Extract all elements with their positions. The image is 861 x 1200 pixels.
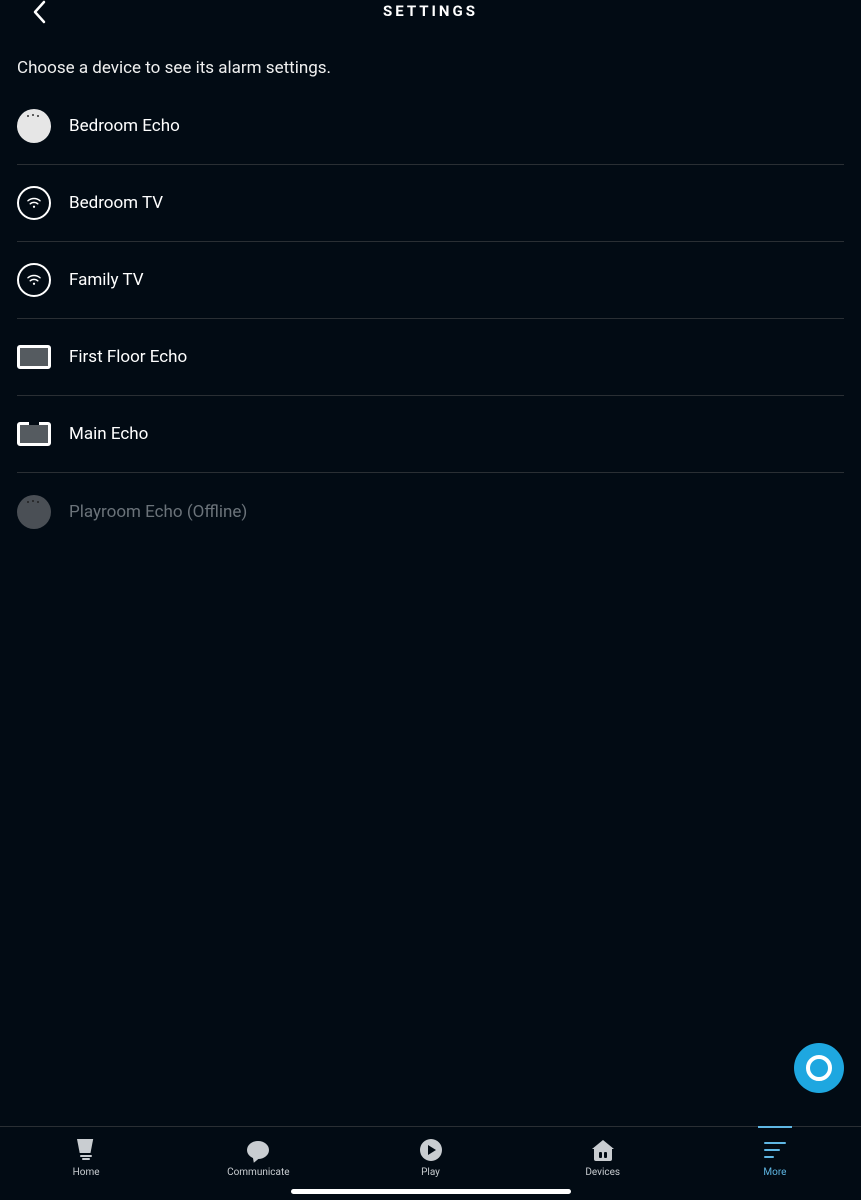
screen-notch-icon <box>17 417 51 451</box>
device-row-0[interactable]: Bedroom Echo <box>17 88 844 165</box>
dot-icon <box>17 109 51 143</box>
alexa-icon <box>806 1055 832 1081</box>
play-icon <box>418 1137 444 1163</box>
tab-label: Devices <box>585 1167 620 1178</box>
device-label: Main Echo <box>69 424 148 444</box>
device-row-2[interactable]: Family TV <box>17 242 844 319</box>
ring-icon <box>17 186 51 220</box>
page-title: SETTINGS <box>0 2 861 20</box>
tab-home[interactable]: Home <box>0 1127 172 1200</box>
device-label: First Floor Echo <box>69 347 187 367</box>
device-label: Family TV <box>69 270 144 290</box>
device-row-4[interactable]: Main Echo <box>17 396 844 473</box>
tab-label: Communicate <box>227 1167 289 1178</box>
home-indicator <box>291 1189 571 1194</box>
tab-label: Home <box>73 1167 100 1178</box>
device-label: Playroom Echo (Offline) <box>69 502 247 522</box>
device-row-1[interactable]: Bedroom TV <box>17 165 844 242</box>
tab-more[interactable]: More <box>689 1127 861 1200</box>
home-icon <box>73 1137 99 1163</box>
device-list: Bedroom Echo Bedroom TV Family TV First Flo… <box>0 88 861 550</box>
more-icon <box>762 1137 788 1163</box>
screen-icon <box>17 340 51 374</box>
device-label: Bedroom TV <box>69 193 163 213</box>
devices-icon <box>590 1137 616 1163</box>
device-row-3[interactable]: First Floor Echo <box>17 319 844 396</box>
tab-label: More <box>763 1167 786 1178</box>
device-label: Bedroom Echo <box>69 116 180 136</box>
tab-label: Play <box>421 1167 440 1178</box>
ring-icon <box>17 263 51 297</box>
alexa-voice-button[interactable] <box>794 1043 844 1093</box>
page-subtitle: Choose a device to see its alarm setting… <box>0 30 861 88</box>
device-row-5[interactable]: Playroom Echo (Offline) <box>17 473 844 550</box>
communicate-icon <box>245 1137 271 1163</box>
dot-icon <box>17 495 51 529</box>
